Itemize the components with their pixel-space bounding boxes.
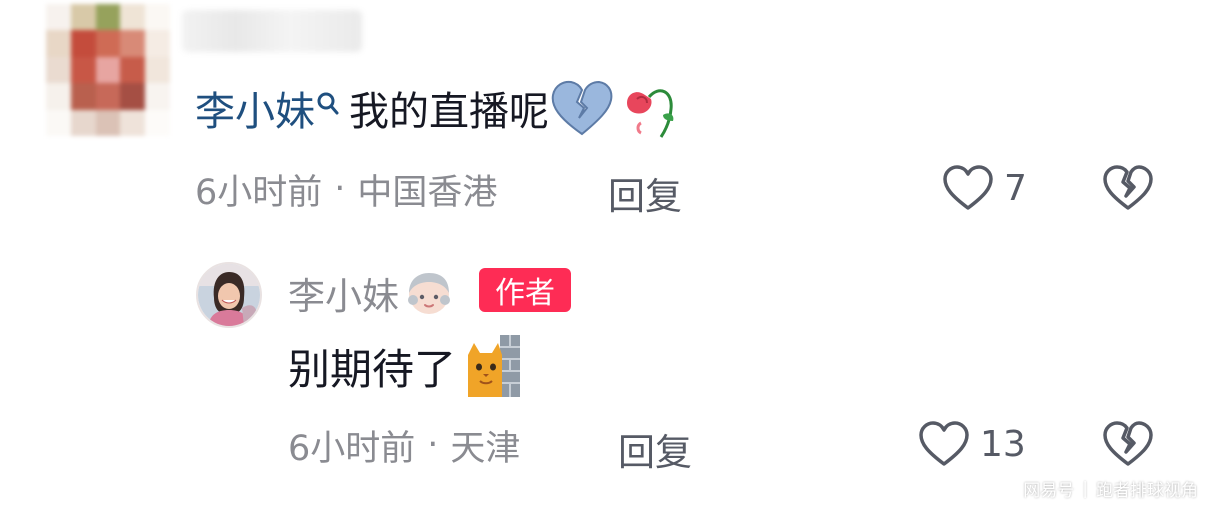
- wilted-rose-icon: [627, 89, 674, 138]
- reply-button[interactable]: 回复: [608, 166, 682, 220]
- watermark: 网易号 | 跑者排球视角: [1023, 476, 1198, 502]
- meta-separator: ·: [334, 169, 346, 209]
- like-count: 13: [980, 424, 1026, 465]
- reply-location: 天津: [450, 428, 521, 469]
- like-heart-icon[interactable]: [942, 164, 994, 212]
- reply-meta: 6小时前 · 天津: [288, 420, 520, 470]
- blurred-avatar[interactable]: [46, 4, 170, 136]
- reply-text: 别期待了: [288, 344, 457, 394]
- cat-behind-wall-icon: [468, 335, 521, 397]
- watermark-account: 跑者排球视角: [1096, 481, 1198, 501]
- comment-meta: 6小时前 · 中国香港: [195, 164, 497, 214]
- author-photo: [198, 264, 260, 326]
- author-badge: 作者: [479, 268, 571, 312]
- reply-author: 李小妹: [288, 266, 455, 320]
- reply-button[interactable]: 回复: [618, 422, 692, 476]
- dislike-broken-heart-icon[interactable]: [1102, 164, 1154, 212]
- search-icon: [317, 92, 339, 115]
- girl-emoji-icon: [408, 273, 450, 314]
- watermark-source: 网易号: [1023, 481, 1075, 501]
- comment-text: 我的直播呢: [349, 89, 549, 135]
- author-avatar[interactable]: [196, 262, 262, 328]
- dislike-broken-heart-icon[interactable]: [1102, 420, 1154, 468]
- reply-time: 6小时前: [288, 428, 416, 469]
- like-heart-icon[interactable]: [918, 420, 970, 468]
- author-name[interactable]: 李小妹: [288, 266, 399, 320]
- like-count: 7: [1004, 168, 1027, 209]
- broken-heart-icon: [551, 80, 613, 136]
- comment-content: 李小妹 我的直播呢: [195, 79, 681, 138]
- blurred-username[interactable]: [182, 10, 362, 52]
- comment-location: 中国香港: [357, 172, 498, 213]
- reply-content: 别期待了: [288, 335, 524, 397]
- watermark-separator: |: [1082, 478, 1088, 499]
- comment-time: 6小时前: [195, 172, 323, 213]
- mention-link[interactable]: 李小妹: [195, 79, 315, 137]
- meta-separator: ·: [427, 425, 439, 465]
